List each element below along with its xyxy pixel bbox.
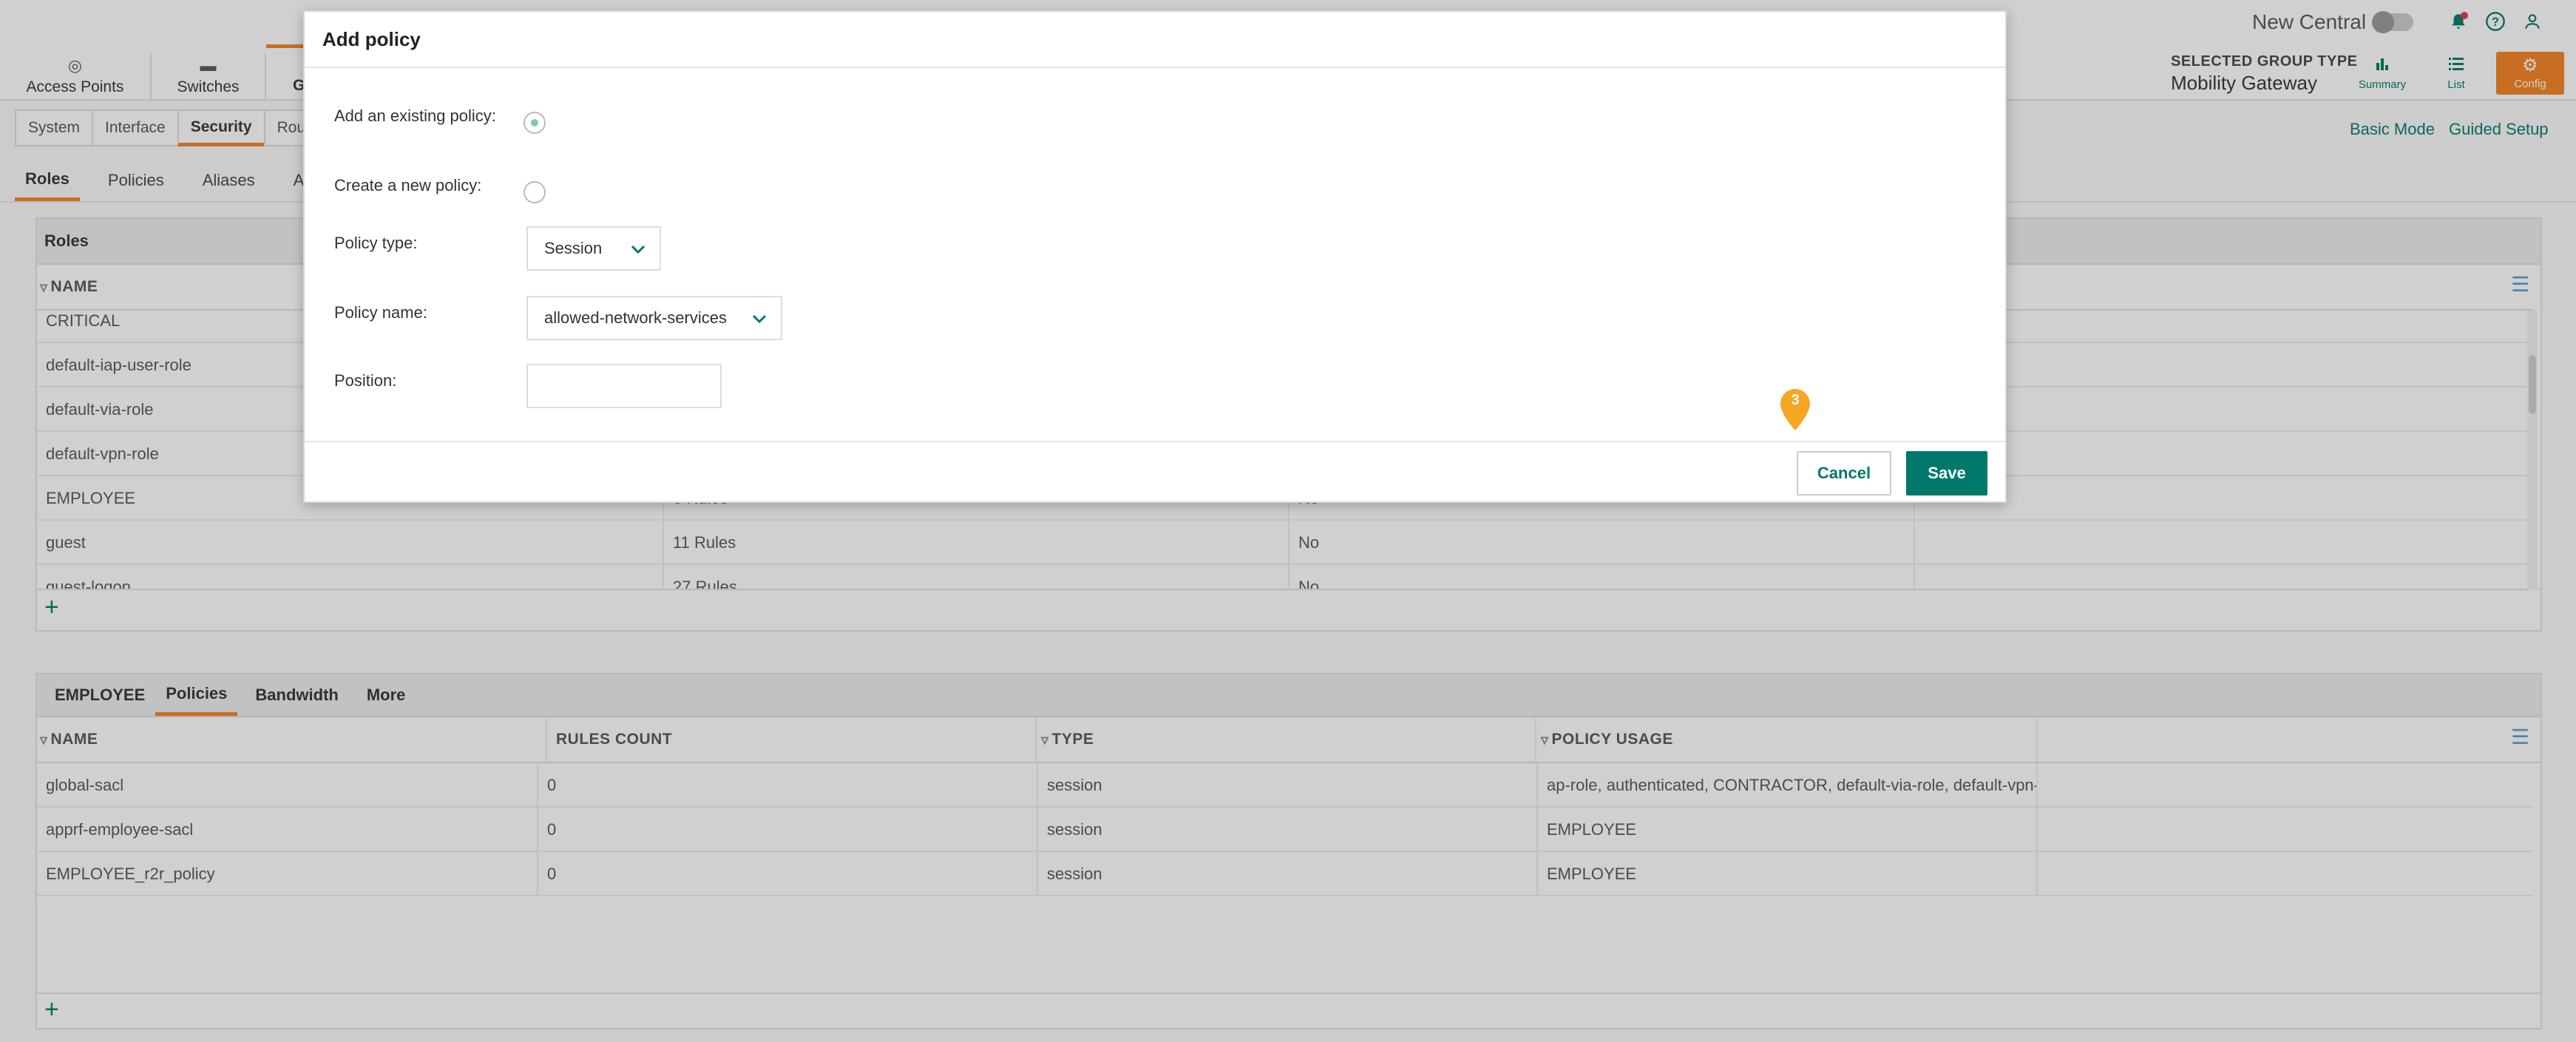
step-marker: 3 xyxy=(1779,388,1811,432)
add-policy-dialog: Add policy Add an existing policy: Creat… xyxy=(303,10,2007,503)
policy-name-label: Policy name: xyxy=(334,303,427,322)
chevron-down-icon xyxy=(752,314,767,324)
existing-policy-radio[interactable] xyxy=(523,112,546,134)
new-policy-label: Create a new policy: xyxy=(334,176,482,194)
save-button[interactable]: Save xyxy=(1906,451,1987,495)
dialog-title: Add policy xyxy=(305,12,2005,68)
policy-name-select[interactable]: allowed-network-services xyxy=(526,296,782,340)
policy-name-value: allowed-network-services xyxy=(544,308,727,327)
chevron-down-icon xyxy=(631,245,645,254)
policy-type-value: Session xyxy=(544,239,603,257)
existing-policy-label: Add an existing policy: xyxy=(334,106,496,125)
new-policy-radio[interactable] xyxy=(523,181,546,203)
cancel-button[interactable]: Cancel xyxy=(1797,451,1891,495)
position-label: Position: xyxy=(334,371,397,390)
step-number: 3 xyxy=(1791,392,1800,408)
dialog-footer-divider xyxy=(305,441,2005,442)
position-input[interactable] xyxy=(526,364,722,408)
policy-type-select[interactable]: Session xyxy=(526,226,661,271)
policy-type-label: Policy type: xyxy=(334,234,418,252)
